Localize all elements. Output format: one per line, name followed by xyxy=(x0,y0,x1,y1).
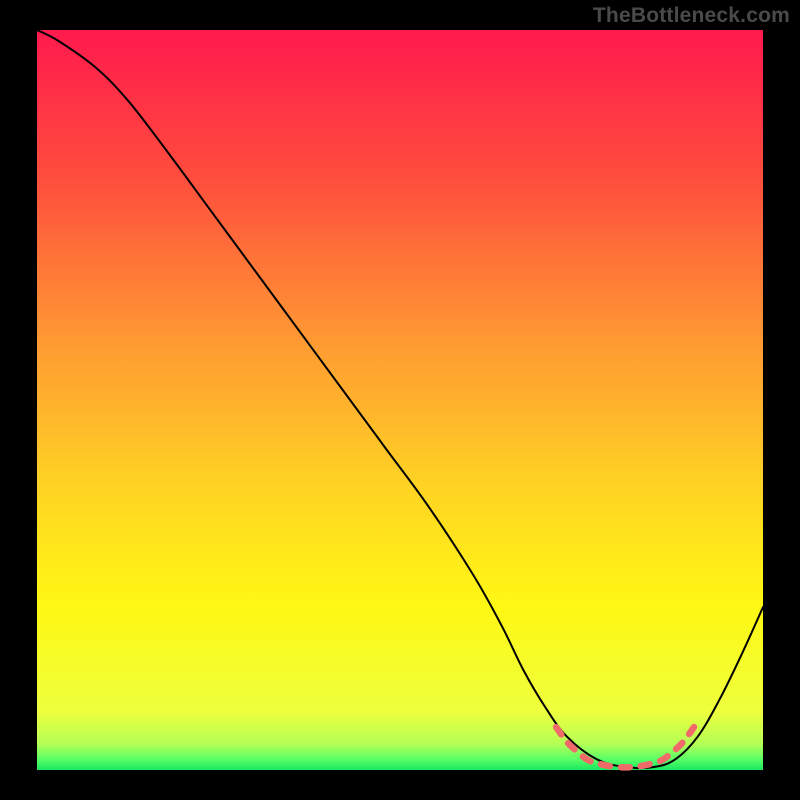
watermark-label: TheBottleneck.com xyxy=(593,4,790,28)
chart-canvas xyxy=(0,0,800,800)
chart-stage: TheBottleneck.com xyxy=(0,0,800,800)
gradient-background xyxy=(37,30,763,770)
